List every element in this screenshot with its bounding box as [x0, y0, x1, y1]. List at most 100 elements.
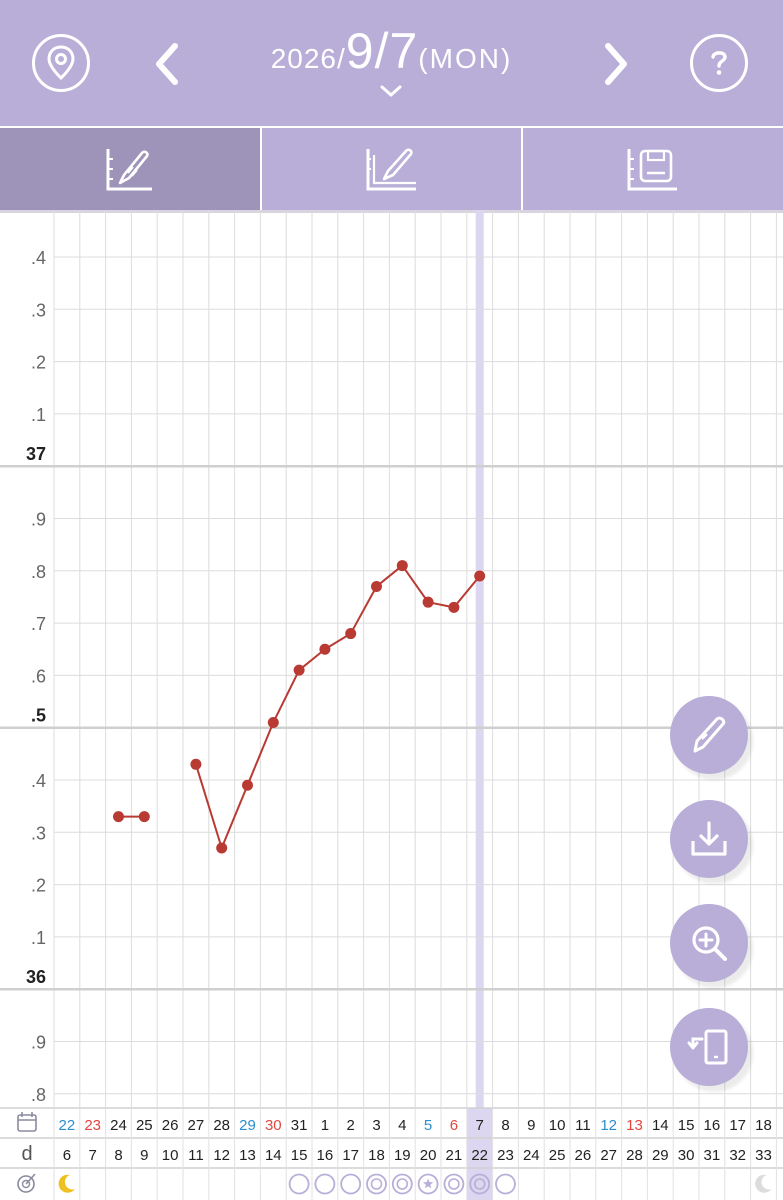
tab-temperature-chart[interactable] [0, 128, 260, 210]
cycle-day-cell[interactable]: 6 [63, 1147, 71, 1164]
date-cell[interactable]: 8 [501, 1117, 509, 1134]
temperature-point[interactable] [293, 664, 305, 676]
temperature-point[interactable] [371, 580, 382, 592]
tab-save-chart[interactable] [523, 128, 783, 210]
date-year: 2026/ [270, 43, 346, 74]
date-cell[interactable]: 15 [678, 1117, 695, 1134]
y-tick-label: .8 [31, 562, 46, 582]
date-cell[interactable]: 13 [626, 1117, 643, 1134]
temperature-point[interactable] [396, 560, 408, 572]
date-cell[interactable]: 1 [321, 1117, 329, 1134]
date-cell[interactable]: 9 [527, 1117, 535, 1134]
date-cell[interactable]: 7 [476, 1117, 484, 1134]
date-cell[interactable]: 5 [424, 1117, 432, 1134]
cycle-day-cell[interactable]: 30 [678, 1147, 695, 1164]
date-cell[interactable]: 23 [84, 1117, 101, 1134]
cycle-day-cell[interactable]: 17 [342, 1147, 359, 1164]
date-cell[interactable]: 14 [652, 1117, 669, 1134]
download-button[interactable] [670, 800, 748, 878]
date-cell[interactable]: 25 [136, 1117, 153, 1134]
cycle-day-cell[interactable]: 18 [368, 1147, 385, 1164]
cycle-day-cell[interactable]: 19 [394, 1147, 411, 1164]
temperature-point[interactable] [216, 842, 228, 854]
date-cell[interactable]: 3 [372, 1117, 380, 1134]
date-cell[interactable]: 16 [704, 1117, 721, 1134]
cycle-day-cell[interactable]: 14 [265, 1147, 282, 1164]
temperature-point[interactable] [345, 628, 357, 640]
cycle-day-cell[interactable]: 32 [729, 1147, 746, 1164]
date-cell[interactable]: 29 [239, 1117, 256, 1134]
temperature-point[interactable] [474, 570, 486, 582]
cycle-day-cell[interactable]: 27 [600, 1147, 617, 1164]
date-month-day: 9/7 [345, 23, 419, 79]
cycle-day-cell[interactable]: 26 [575, 1147, 592, 1164]
zoom-button[interactable] [670, 904, 748, 982]
temperature-point[interactable] [242, 779, 253, 791]
temperature-point[interactable] [319, 643, 331, 655]
date-cell[interactable]: 27 [188, 1117, 205, 1134]
app-header: 2026/9/7(MON) [0, 0, 783, 126]
rotate-screen-button[interactable] [670, 1008, 748, 1086]
date-cell[interactable]: 2 [347, 1117, 355, 1134]
y-tick-label: 36 [26, 967, 46, 987]
date-cell[interactable]: 17 [729, 1117, 746, 1134]
cycle-day-cell[interactable]: 20 [420, 1147, 437, 1164]
date-cell[interactable]: 28 [213, 1117, 230, 1134]
date-cell[interactable]: 30 [265, 1117, 282, 1134]
tab-edit-chart[interactable] [262, 128, 521, 210]
cycle-day-cell[interactable]: 25 [549, 1147, 566, 1164]
temperature-point[interactable] [448, 601, 460, 613]
temperature-point[interactable] [190, 758, 202, 770]
temperature-point[interactable] [267, 716, 279, 728]
y-tick-label: .7 [31, 614, 46, 634]
help-button[interactable] [690, 34, 748, 92]
cycle-day-cell[interactable]: 33 [755, 1147, 772, 1164]
date-cell[interactable]: 24 [110, 1117, 127, 1134]
date-cell[interactable]: 10 [549, 1117, 566, 1134]
chart-thermometer-icon [106, 149, 152, 191]
date-cell[interactable]: 26 [162, 1117, 179, 1134]
cycle-day-cell[interactable]: 15 [291, 1147, 308, 1164]
date-cell[interactable]: 31 [291, 1117, 308, 1134]
y-tick-label: .1 [31, 405, 46, 425]
temperature-point[interactable] [113, 811, 124, 823]
cycle-day-cell[interactable]: 7 [89, 1147, 97, 1164]
cycle-day-cell[interactable]: 11 [188, 1147, 204, 1164]
y-tick-label: .2 [31, 876, 46, 896]
cycle-day-cell[interactable]: 21 [446, 1147, 463, 1164]
date-cell[interactable]: 4 [398, 1117, 406, 1134]
chart-edit-icon [366, 148, 416, 191]
cycle-day-cell[interactable]: 12 [213, 1147, 230, 1164]
chart-save-icon [627, 149, 677, 191]
date-cell[interactable]: 22 [59, 1117, 76, 1134]
cycle-day-cell[interactable]: 24 [523, 1147, 540, 1164]
zoom-in-icon [692, 926, 727, 961]
cycle-day-cell[interactable]: 10 [162, 1147, 179, 1164]
chevron-right-icon [605, 43, 627, 85]
date-cell[interactable]: 11 [575, 1117, 591, 1134]
cycle-day-cell[interactable]: 31 [704, 1147, 721, 1164]
cycle-day-cell[interactable]: 22 [471, 1147, 488, 1164]
cycle-day-cell[interactable]: 16 [317, 1147, 334, 1164]
date-cell[interactable]: 18 [755, 1117, 772, 1134]
y-tick-label: 37 [26, 444, 46, 464]
cycle-day-cell[interactable]: 23 [497, 1147, 514, 1164]
cycle-day-cell[interactable]: 29 [652, 1147, 669, 1164]
temperature-point[interactable] [138, 811, 150, 823]
chevron-down-icon[interactable] [379, 84, 403, 98]
date-cell[interactable]: 6 [450, 1117, 458, 1134]
date-cell[interactable]: 12 [600, 1117, 617, 1134]
next-day-button[interactable] [594, 38, 638, 90]
y-tick-label: .5 [31, 706, 46, 726]
temperature-point[interactable] [422, 596, 434, 608]
help-icon [711, 51, 727, 75]
cycle-day-cell[interactable]: 8 [114, 1147, 122, 1164]
edit-temperature-button[interactable] [670, 696, 748, 774]
y-tick-label: .4 [31, 248, 46, 268]
date-display[interactable]: 2026/9/7(MON) [0, 22, 783, 80]
cycle-day-cell[interactable]: 28 [626, 1147, 643, 1164]
cycle-day-cell[interactable]: 9 [140, 1147, 148, 1164]
bbt-chart[interactable]: .8.936.1.2.3.4.5.6.7.8.937.1.2.3.4.5 d22… [0, 210, 783, 1200]
cycle-day-label: d [21, 1143, 32, 1165]
cycle-day-cell[interactable]: 13 [239, 1147, 256, 1164]
